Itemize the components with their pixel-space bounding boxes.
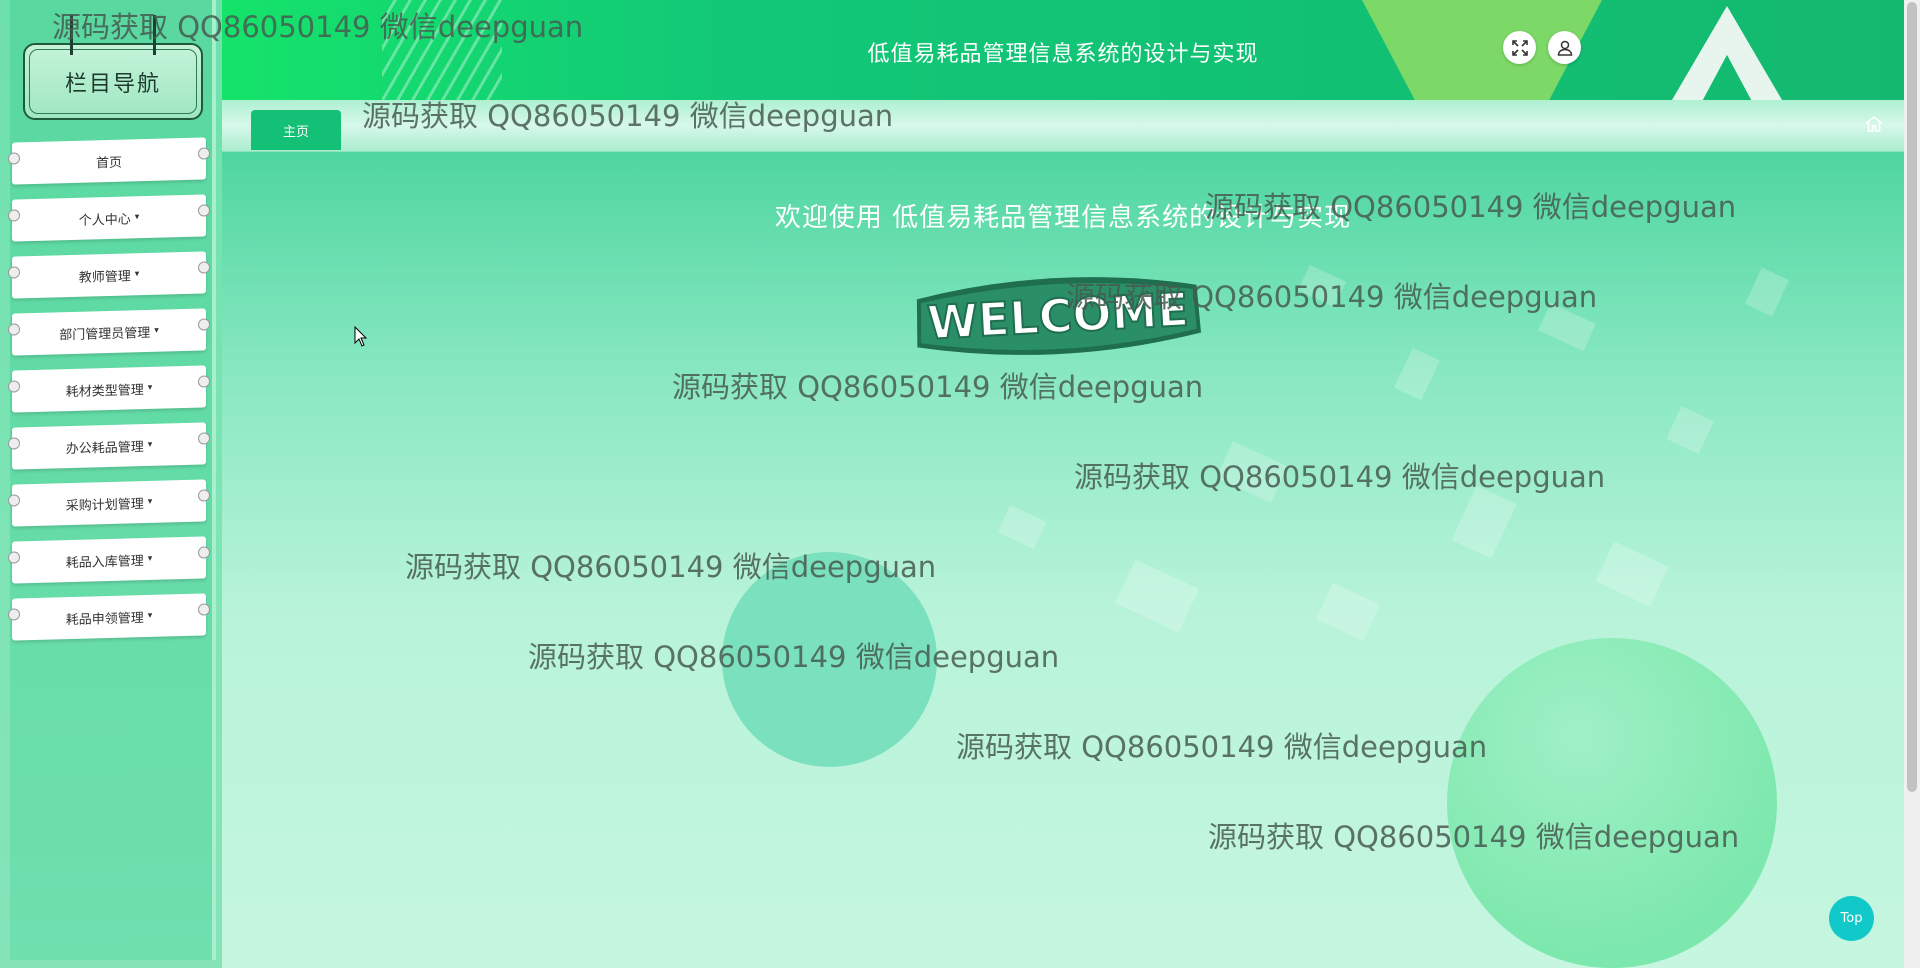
- nav-brand: 栏目导航: [23, 15, 203, 120]
- tab-home[interactable]: 主页: [251, 110, 341, 150]
- background-shard: [1595, 541, 1669, 607]
- sidebar-item-label: 耗材类型管理: [65, 382, 144, 400]
- sidebar-item-label: 个人中心: [78, 211, 131, 229]
- caret-down-icon: ▾: [134, 212, 140, 223]
- brand-pin: [153, 15, 156, 55]
- nav-brand-label: 栏目导航: [64, 71, 161, 97]
- caret-down-icon: ▾: [147, 610, 153, 621]
- sidebar-item-label: 耗品申领管理: [65, 610, 144, 628]
- decorative-circle: [722, 552, 937, 767]
- background-shard: [1451, 485, 1517, 559]
- home-icon[interactable]: [1864, 114, 1884, 134]
- sidebar-item-teacher-management[interactable]: 教师管理 ▾: [12, 251, 206, 299]
- background-shard: [1538, 302, 1596, 352]
- background-shard: [1115, 559, 1199, 633]
- top-header: 低值易耗品管理信息系统的设计与实现: [222, 0, 1904, 100]
- scrollbar-thumb[interactable]: [1907, 2, 1917, 792]
- caret-down-icon: ▾: [154, 325, 159, 336]
- sidebar-item-purchase-plan-management[interactable]: 采购计划管理 ▾: [12, 479, 206, 527]
- sidebar-item-label: 教师管理: [78, 268, 131, 286]
- welcome-heading: 欢迎使用 低值易耗品管理信息系统的设计与实现: [774, 203, 1352, 233]
- sidebar-item-home[interactable]: 首页: [12, 137, 206, 185]
- user-button[interactable]: [1548, 31, 1581, 64]
- brand-pin: [70, 15, 73, 55]
- caret-down-icon: ▾: [147, 439, 153, 450]
- background-shard: [1315, 582, 1381, 642]
- sidebar-item-dept-admin-management[interactable]: 部门管理员管理 ▾: [12, 308, 206, 356]
- caret-down-icon: ▾: [147, 553, 153, 564]
- sidebar-item-personal-center[interactable]: 个人中心 ▾: [12, 194, 206, 242]
- sidebar-item-material-type-management[interactable]: 耗材类型管理 ▾: [12, 365, 206, 413]
- sidebar-item-office-consumables-management[interactable]: 办公耗品管理 ▾: [12, 422, 206, 470]
- background-shard: [1297, 264, 1347, 308]
- caret-down-icon: ▾: [147, 496, 153, 507]
- sidebar-item-label: 采购计划管理: [65, 496, 144, 514]
- welcome-logo: WELCOME: [916, 277, 1202, 355]
- background-shard: [1744, 267, 1790, 317]
- decorative-circle: [1447, 638, 1777, 968]
- sidebar-item-label: 部门管理员管理: [59, 325, 151, 343]
- sidebar-item-stock-in-management[interactable]: 耗品入库管理 ▾: [12, 536, 206, 584]
- sidebar-item-label: 耗品入库管理: [65, 553, 144, 571]
- background-shard: [1666, 406, 1714, 454]
- background-shard: [1394, 347, 1440, 401]
- user-icon: [1557, 40, 1572, 56]
- caret-down-icon: ▾: [134, 269, 140, 280]
- tab-bar: 主页: [222, 100, 1904, 152]
- fullscreen-button[interactable]: [1503, 31, 1536, 64]
- background-shard: [997, 504, 1047, 550]
- fullscreen-icon: [1511, 39, 1528, 56]
- main-content: 欢迎使用 低值易耗品管理信息系统的设计与实现 WELCOME Top: [222, 152, 1904, 968]
- sidebar-menu: 首页 个人中心 ▾ 教师管理 ▾ 部门管理员管理 ▾ 耗材类型管理 ▾ 办公耗品…: [12, 137, 206, 653]
- page-scrollbar[interactable]: [1904, 0, 1920, 968]
- sidebar-item-requisition-management[interactable]: 耗品申领管理 ▾: [12, 593, 206, 641]
- caret-down-icon: ▾: [147, 382, 153, 393]
- sidebar: 栏目导航 首页 个人中心 ▾ 教师管理 ▾ 部门管理员管理 ▾ 耗材类型管理 ▾…: [0, 0, 222, 968]
- back-to-top-button[interactable]: Top: [1829, 896, 1874, 941]
- sidebar-item-label: 办公耗品管理: [65, 439, 144, 457]
- mouse-cursor-icon: [354, 326, 368, 347]
- background-shard: [1216, 441, 1288, 503]
- app-title: 低值易耗品管理信息系统的设计与实现: [867, 42, 1259, 67]
- sidebar-item-label: 首页: [95, 155, 122, 171]
